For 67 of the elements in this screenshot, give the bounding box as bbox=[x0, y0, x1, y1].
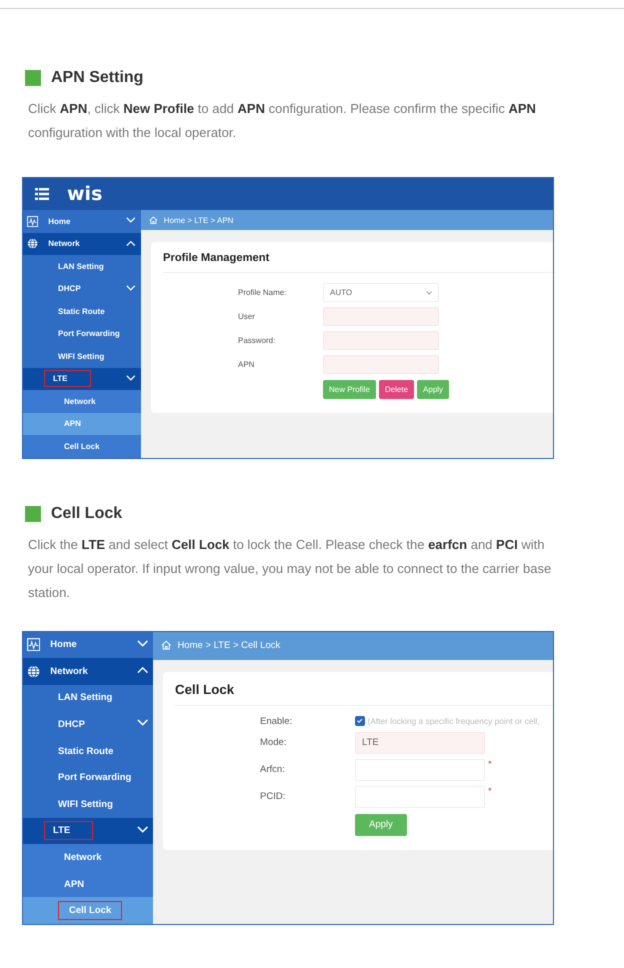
field-label: PCID: bbox=[260, 791, 286, 802]
chevron-icon bbox=[126, 374, 136, 382]
sidebar-item[interactable]: APN bbox=[23, 412, 141, 435]
section-heading: Cell Lock bbox=[51, 504, 122, 522]
sidebar-item[interactable]: Network bbox=[23, 658, 153, 685]
input-field[interactable] bbox=[323, 307, 439, 326]
sidebar-item[interactable]: Static Route bbox=[23, 738, 153, 764]
input-field[interactable]: LTE bbox=[355, 732, 485, 754]
field-label: User bbox=[238, 312, 256, 321]
action-button[interactable]: Delete bbox=[378, 380, 414, 399]
sidebar-item[interactable]: LAN Setting bbox=[23, 684, 153, 712]
field-label: Password: bbox=[238, 336, 276, 345]
logo: wis bbox=[67, 183, 102, 205]
field-label: Enable: bbox=[260, 716, 294, 726]
field-label: Profile Name: bbox=[238, 288, 288, 297]
sidebar-item[interactable]: DHCP bbox=[23, 278, 141, 300]
pulse-icon bbox=[27, 638, 40, 652]
chevron-icon bbox=[126, 217, 136, 224]
section-heading: APN Setting bbox=[51, 69, 144, 87]
chevron-icon bbox=[126, 240, 136, 246]
breadcrumb: Home > LTE > APN bbox=[164, 216, 234, 224]
chevron-icon bbox=[136, 640, 148, 648]
sidebar-item[interactable]: Static Route bbox=[23, 300, 141, 322]
input-field[interactable] bbox=[323, 355, 439, 374]
sidebar-item[interactable]: Cell Lock bbox=[23, 435, 141, 458]
checkbox[interactable] bbox=[355, 716, 364, 726]
sidebar-item[interactable]: APN bbox=[23, 870, 153, 898]
field-label: Mode: bbox=[260, 737, 288, 748]
caret-icon bbox=[426, 290, 432, 294]
chevron-icon bbox=[136, 826, 148, 834]
home-icon[interactable] bbox=[161, 640, 172, 651]
card-title: Cell Lock bbox=[175, 682, 553, 706]
profile-dropdown[interactable]: AUTO bbox=[323, 283, 439, 302]
home-icon[interactable] bbox=[149, 216, 158, 224]
sidebar-item[interactable]: LTE bbox=[23, 818, 153, 844]
sidebar-item[interactable]: Network bbox=[23, 844, 153, 871]
input-field[interactable] bbox=[323, 331, 439, 350]
sidebar-item[interactable]: Port Forwarding bbox=[23, 764, 153, 792]
globe-icon bbox=[27, 664, 40, 678]
chevron-icon bbox=[136, 666, 148, 674]
sidebar-item[interactable]: Network bbox=[23, 232, 141, 255]
card-title: Profile Management bbox=[163, 252, 553, 273]
sidebar-item[interactable]: Home bbox=[23, 632, 153, 658]
required-mark: * bbox=[488, 786, 492, 796]
sidebar-item[interactable]: Network bbox=[23, 390, 141, 412]
sidebar-item[interactable]: WIFI Setting bbox=[23, 791, 153, 818]
sidebar-item[interactable]: Cell Lock bbox=[23, 897, 153, 924]
chevron-icon bbox=[126, 284, 136, 292]
sidebar-item[interactable]: LTE bbox=[23, 368, 141, 390]
chevron-icon bbox=[136, 719, 148, 728]
globe-icon bbox=[27, 238, 38, 250]
sidebar-item[interactable]: DHCP bbox=[23, 711, 153, 738]
pulse-icon bbox=[27, 216, 38, 227]
required-mark: * bbox=[488, 758, 492, 770]
sidebar-item[interactable]: Home bbox=[23, 210, 141, 232]
field-label: Arfcn: bbox=[260, 764, 286, 775]
sidebar-item[interactable]: WIFI Setting bbox=[23, 345, 141, 368]
sidebar-item[interactable]: LAN Setting bbox=[23, 255, 141, 278]
breadcrumb: Home > LTE > Cell Lock bbox=[177, 640, 280, 651]
instruction-text: Click the LTE and select Cell Lock to lock the Cell. Please check the earfcn and PCI with your local operator. If input wrong value, you may not be able to connect to the carrier base station. bbox=[28, 536, 552, 602]
sidebar-item[interactable]: Port Forwarding bbox=[23, 322, 141, 345]
checkbox-hint: (After locking a specific frequency point or cell, bbox=[368, 716, 540, 726]
field-label: APN bbox=[238, 360, 256, 369]
menu-icon[interactable] bbox=[35, 188, 49, 200]
heading-marker bbox=[25, 70, 41, 86]
heading-marker bbox=[25, 506, 41, 522]
instruction-text: Click APN, click New Profile to add APN configuration. Please confirm the specific APN configuration with the local operator. bbox=[28, 100, 537, 142]
